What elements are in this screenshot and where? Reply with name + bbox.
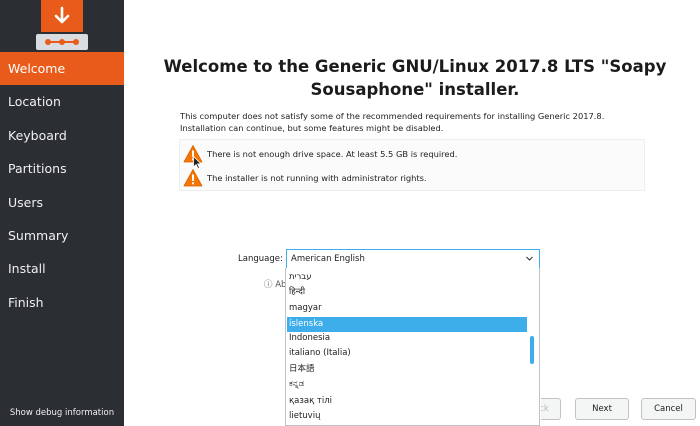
installer-logo: [0, 0, 124, 52]
requirements-line-2: Installation can continue, but some feat…: [180, 122, 444, 133]
sidebar-item-keyboard[interactable]: Keyboard: [0, 119, 124, 152]
dropdown-scrollbar[interactable]: [530, 272, 534, 422]
sidebar-item-summary[interactable]: Summary: [0, 219, 124, 252]
back-button[interactable]: Back: [541, 398, 561, 420]
language-option[interactable]: ಕನ್ನಡ: [287, 377, 527, 392]
next-button[interactable]: Next: [575, 398, 629, 420]
chevron-down-icon: [526, 256, 533, 261]
language-option-selected[interactable]: íslenska: [287, 317, 527, 332]
language-dropdown-list[interactable]: עברית हिन्दी magyar íslenska Indonesia i…: [285, 268, 540, 426]
warning-drive-space: There is not enough drive space. At leas…: [183, 142, 643, 166]
step-navigation: Welcome Location Keyboard Partitions Use…: [0, 52, 124, 319]
sidebar-item-install[interactable]: Install: [0, 252, 124, 285]
language-option[interactable]: हिन्दी: [287, 285, 527, 300]
cancel-button[interactable]: Cancel: [641, 398, 696, 420]
language-option[interactable]: magyar: [287, 301, 527, 316]
language-select[interactable]: American English: [286, 249, 540, 269]
language-label: Language:: [238, 254, 283, 264]
mouse-pointer-icon: [193, 156, 202, 169]
sidebar: Welcome Location Keyboard Partitions Use…: [0, 0, 124, 426]
progress-dots-icon: [36, 34, 88, 50]
language-option[interactable]: қазақ тілі: [287, 394, 527, 409]
warning-text: There is not enough drive space. At leas…: [207, 149, 458, 159]
scrollbar-thumb[interactable]: [530, 336, 534, 364]
language-option[interactable]: Indonesia: [287, 331, 527, 346]
download-arrow-icon: [41, 0, 83, 32]
language-option[interactable]: italiano (Italia): [287, 346, 527, 361]
warning-admin-rights: The installer is not running with admini…: [183, 166, 643, 190]
requirements-line-1: This computer does not satisfy some of t…: [180, 111, 605, 121]
language-option[interactable]: lietuvių: [287, 409, 527, 424]
show-debug-button[interactable]: Show debug information: [0, 408, 124, 418]
warning-text: The installer is not running with admini…: [207, 173, 427, 183]
language-option[interactable]: 日本語: [287, 362, 527, 377]
language-select-value: American English: [291, 254, 365, 264]
sidebar-item-partitions[interactable]: Partitions: [0, 152, 124, 185]
page-title: Welcome to the Generic GNU/Linux 2017.8 …: [163, 57, 667, 99]
sidebar-item-location[interactable]: Location: [0, 85, 124, 118]
requirements-message: This computer does not satisfy some of t…: [180, 111, 650, 134]
sidebar-item-users[interactable]: Users: [0, 186, 124, 219]
sidebar-item-finish[interactable]: Finish: [0, 286, 124, 319]
requirements-list: There is not enough drive space. At leas…: [179, 139, 645, 191]
warning-icon: [183, 169, 203, 187]
language-option[interactable]: עברית: [287, 270, 527, 285]
about-button[interactable]: ⓘ Ab: [264, 278, 286, 290]
sidebar-item-welcome[interactable]: Welcome: [0, 52, 124, 86]
